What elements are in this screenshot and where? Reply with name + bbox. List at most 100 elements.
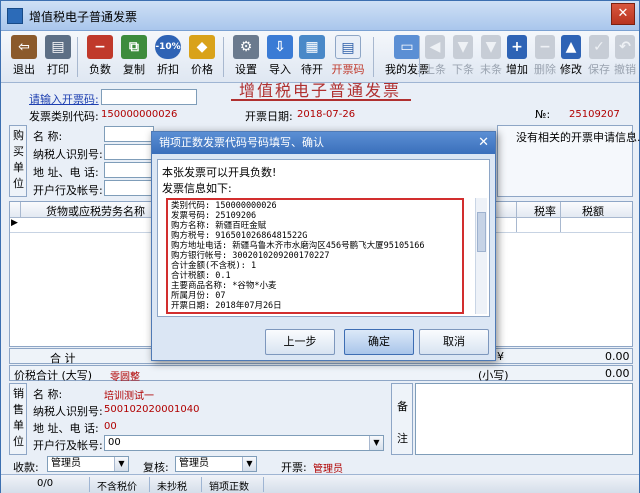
request-info-box: 没有相关的开票申请信息. — [497, 125, 640, 197]
tax-mode: 不含税价 — [97, 482, 137, 493]
info-line: 发票号码: 25109206 — [171, 211, 257, 221]
buyer-address-input[interactable] — [104, 162, 154, 178]
invoice-info-highlight: 类别代码: 150000000026 发票号码: 25109206 购方名称: … — [166, 198, 464, 314]
seller-side-label-3: 位 — [13, 435, 24, 448]
info-line: 合计税额: 0.1 — [171, 271, 231, 281]
seller-tax-id-value: 500102020001040 — [104, 404, 200, 415]
price-tag-icon: ◆ — [189, 35, 215, 59]
next-record-button[interactable]: ▼ 下条 — [449, 34, 477, 80]
buyer-name-input[interactable] — [104, 126, 154, 142]
save-button[interactable]: ✓ 保存 — [585, 34, 613, 80]
plus-icon: + — [507, 35, 527, 59]
prev-button[interactable]: 上一步 — [265, 329, 335, 355]
invoice-code-input[interactable] — [101, 89, 197, 105]
remark-label-0: 备 — [397, 400, 408, 413]
drawer-label: 开票: — [281, 461, 307, 474]
info-line: 购方地址电话: 新疆乌鲁木齐市水磨沟区456号鹏飞大厦95105166 — [171, 241, 425, 251]
buyer-tax-id-label: 纳税人识别号: — [33, 148, 103, 161]
discount-icon: -10% — [155, 35, 181, 59]
chevron-down-icon: ▼ — [242, 457, 256, 471]
seller-address-label: 地 址、电 话: — [33, 422, 99, 435]
info-line: 购方税号: 91650102686481522G — [171, 231, 308, 241]
seller-bank-select[interactable]: 00 ▼ — [104, 435, 384, 451]
cancel-button[interactable]: 取消 — [419, 329, 489, 355]
payee-value: 管理员 — [51, 458, 81, 469]
amount-small-value: 0.00 — [605, 367, 630, 380]
price-button[interactable]: ◆ 价格 — [183, 34, 221, 80]
dialog-info-title: 发票信息如下: — [162, 182, 232, 195]
invoice-number-value: 25109207 — [569, 109, 620, 120]
confirm-button[interactable]: 确定 — [344, 329, 414, 355]
buyer-bank-input[interactable] — [104, 180, 154, 196]
invoice-code-icon: ▤ — [335, 35, 361, 59]
invoice-type: 销项正数 — [209, 482, 249, 493]
import-icon: ⇩ — [267, 35, 293, 59]
seller-bank-value: 00 — [108, 437, 121, 448]
reviewer-label: 复核: — [143, 461, 169, 474]
remark-textarea[interactable] — [415, 383, 633, 455]
buyer-tax-id-input[interactable] — [104, 144, 154, 160]
seller-name-value: 培训测试一 — [104, 391, 154, 402]
info-line: 类别代码: 150000000026 — [171, 201, 277, 211]
totals-value: 0.00 — [605, 350, 630, 363]
dialog-close-button[interactable]: ✕ — [478, 135, 489, 151]
exit-icon: ⇦ — [11, 35, 37, 59]
totals-label: 合 计 — [50, 352, 76, 365]
copy-icon: ⧉ — [121, 35, 147, 59]
arrow-down-icon: ▼ — [453, 35, 473, 59]
undo-button[interactable]: ↶ 撤销 — [611, 34, 639, 80]
seller-bank-label: 开户行及帐号: — [33, 439, 103, 452]
gear-icon: ⚙ — [233, 35, 259, 59]
print-button[interactable]: ▤ 打印 — [39, 34, 77, 80]
exit-button[interactable]: ⇦ 退出 — [5, 34, 43, 80]
report-state: 未抄税 — [157, 482, 187, 493]
buyer-bank-label: 开户行及帐号: — [33, 184, 103, 197]
reviewer-select[interactable]: 管理员 ▼ — [175, 456, 257, 472]
seller-side-label-1: 售 — [13, 403, 24, 416]
amount-words-label: 价税合计 (大写) — [14, 369, 93, 382]
remark-side-box: 备 注 — [391, 383, 413, 455]
info-line: 主要商品名称: *谷物*小麦 — [171, 281, 277, 291]
info-line: 所属月份: 07 — [171, 291, 226, 301]
scrollbar-thumb[interactable] — [477, 212, 486, 252]
buyer-address-label: 地 址、电 话: — [33, 166, 99, 179]
window-close-button[interactable]: ✕ — [611, 3, 635, 25]
seller-name-label: 名 称: — [33, 388, 63, 401]
category-code-value: 150000000026 — [101, 109, 178, 120]
modify-button[interactable]: ▲ 修改 — [557, 34, 585, 80]
category-code-label: 发票类别代码: — [29, 110, 99, 123]
print-icon: ▤ — [45, 35, 71, 59]
buyer-name-label: 名 称: — [33, 130, 63, 143]
dialog-scrollbar[interactable] — [475, 198, 487, 314]
dialog-message: 本张发票可以开具负数! — [162, 166, 277, 179]
first-record-button[interactable]: ◀ 上条 — [421, 34, 449, 80]
toolbar-separator — [419, 37, 420, 77]
delete-button[interactable]: − 删除 — [531, 34, 559, 80]
payee-select[interactable]: 管理员 ▼ — [47, 456, 129, 472]
negative-button[interactable]: − 负数 — [81, 34, 119, 80]
invoice-code-button[interactable]: ▤ 开票码 — [326, 34, 370, 80]
add-button[interactable]: + 增加 — [503, 34, 531, 80]
buyer-side-box: 购 买 单 位 — [9, 125, 27, 197]
col-tax-amount: 税额 — [582, 205, 604, 218]
discount-button[interactable]: -10% 折扣 — [149, 34, 187, 80]
check-icon: ✓ — [589, 35, 609, 59]
invoice-code-prompt: 请输入开票码: — [29, 93, 99, 106]
copy-button[interactable]: ⧉ 复制 — [115, 34, 153, 80]
grid-col-sep — [516, 202, 517, 232]
last-record-button[interactable]: ▼ 末条 — [477, 34, 505, 80]
grid-col-sep — [560, 202, 561, 232]
col-goods-name: 货物或应税劳务名称 — [46, 205, 145, 218]
seller-side-label-2: 单 — [13, 419, 24, 432]
buyer-side-label-1: 买 — [13, 145, 24, 158]
current-row-pointer-icon: ▶ — [11, 218, 18, 228]
grid-col-sep — [20, 202, 21, 218]
remark-label-1: 注 — [397, 432, 408, 445]
payee-label: 收款: — [13, 461, 39, 474]
col-tax-rate: 税率 — [534, 205, 556, 218]
app-icon — [7, 8, 23, 24]
settings-button[interactable]: ⚙ 设置 — [227, 34, 265, 80]
seller-address-value: 00 — [104, 421, 117, 432]
drawer-value: 管理员 — [313, 464, 343, 475]
status-separator — [149, 477, 150, 492]
